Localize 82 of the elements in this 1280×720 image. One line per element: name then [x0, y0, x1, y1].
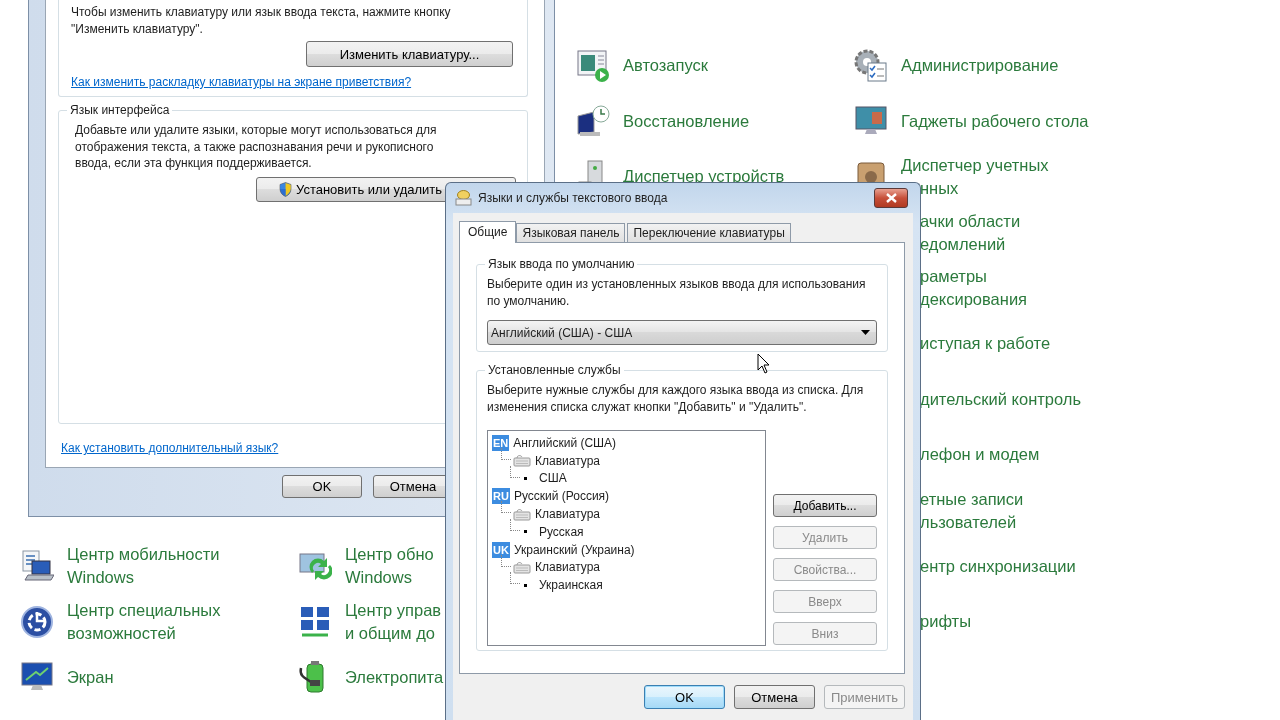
tree-item[interactable]: Русский (Россия) [513, 489, 610, 504]
control-panel-link[interactable]: Windows [67, 566, 134, 590]
bullet-icon [524, 477, 527, 480]
control-panel-link[interactable]: Windows [345, 566, 412, 590]
tree-line [501, 447, 511, 460]
keyboard-icon [513, 454, 531, 468]
tree-item[interactable]: США [539, 471, 567, 486]
control-panel-link[interactable]: дексирования [920, 288, 1028, 312]
tree-item[interactable]: Английский (США) [513, 435, 617, 450]
description-text: Выберите один из установленных языков ввода для использования по умолчанию. [487, 276, 867, 309]
group-title: Установленные службы [485, 363, 624, 378]
shield-icon [279, 181, 292, 197]
control-panel-link[interactable]: Центр специальных [67, 598, 221, 622]
control-panel-link[interactable]: Автозапуск [623, 54, 708, 78]
control-panel-link[interactable]: Администрирование [901, 54, 1059, 78]
tree-line [510, 572, 520, 585]
control-panel-link[interactable]: нных [920, 177, 959, 200]
description-text: Выберите нужные службы для каждого языка ввода из списка. Для изменения списка служат кнопки "Добавить" и "Удалить". [487, 382, 865, 415]
tree-line [510, 465, 520, 478]
tree-item[interactable]: Украинский (Украина) [513, 542, 635, 557]
safe-icon [854, 160, 888, 182]
window-play-icon [576, 48, 610, 83]
cursor-icon [757, 353, 770, 374]
language-dropdown[interactable]: Английский (США) - США [487, 320, 877, 345]
control-panel-link[interactable]: Гаджеты рабочего стола [901, 109, 1089, 133]
close-icon [885, 193, 897, 203]
computer-clock-icon [576, 104, 610, 139]
keyboard-globe-icon [455, 190, 472, 206]
control-panel-link[interactable]: етные записи [920, 487, 1024, 511]
control-panel-link[interactable]: раметры [920, 265, 987, 289]
tree-item[interactable]: Украинская [539, 578, 603, 593]
tree-item[interactable]: Клавиатура [535, 507, 600, 522]
group-title: Язык интерфейса [67, 103, 173, 118]
language-badge: EN [492, 434, 510, 451]
control-panel-link[interactable]: Центр мобильности [67, 543, 220, 567]
tree-item[interactable]: Клавиатура [535, 453, 600, 468]
tab[interactable]: Общие [459, 221, 517, 243]
control-panel-link[interactable]: дительский контроль [920, 387, 1082, 411]
tab[interactable]: Переключение клавиатуры [627, 223, 791, 242]
control-panel-link[interactable]: иступая к работе [920, 332, 1051, 356]
control-panel-link[interactable]: Восстановление [623, 109, 750, 133]
control-panel-link[interactable]: едомлений [920, 232, 1006, 256]
gear-checklist-icon [854, 48, 888, 83]
control-panel-link[interactable]: возможностей [67, 621, 176, 645]
tree-item[interactable]: Русская [539, 524, 584, 539]
dialog-button[interactable]: Отмена [734, 685, 815, 709]
tree-item[interactable]: Клавиатура [535, 560, 600, 575]
keyboard-icon [513, 560, 531, 574]
control-panel-link[interactable]: льзователей [920, 510, 1017, 534]
control-panel-link[interactable]: рифты [920, 610, 972, 634]
language-badge: RU [492, 488, 510, 505]
laptop-icon [20, 549, 54, 584]
keyboard-icon [513, 507, 531, 521]
control-panel-link[interactable]: и общим до [345, 621, 435, 645]
dropdown-arrow-icon [861, 330, 870, 335]
tree-line [501, 501, 511, 514]
control-panel-link[interactable]: Диспетчер учетных [901, 154, 1049, 177]
tab[interactable]: Языковая панель [516, 223, 626, 242]
bullet-icon [524, 583, 527, 587]
control-panel-link[interactable]: Экран [67, 665, 114, 689]
language-badge: UK [492, 541, 510, 558]
control-panel-link[interactable]: Электропита [345, 665, 444, 689]
close-button[interactable] [874, 188, 908, 208]
instruction-text: Чтобы изменить клавиатуру или язык ввода текста, нажмите кнопку "Изменить клавиатуру". [71, 4, 452, 37]
service-button[interactable]: Добавить... [773, 494, 877, 517]
control-panel-link[interactable]: ачки области [920, 209, 1021, 233]
tree-line [510, 519, 520, 531]
control-panel-link[interactable]: лефон и модем [920, 443, 1040, 467]
tree-line [501, 554, 511, 567]
circle-arrows-icon [20, 604, 54, 639]
change-keyboard-button[interactable]: Изменить клавиатуру... [306, 41, 513, 67]
help-link[interactable]: Как изменить раскладку клавиатуры на экране приветствия? [71, 75, 513, 89]
description-text: Добавьте или удалите языки, которые могут использоваться для отображения текста, а также распознавания речи и рукописного ввода, если эта функция поддерживается. [75, 122, 438, 172]
group-title: Язык ввода по умолчанию [485, 257, 638, 272]
control-panel-link[interactable]: Центр обно [345, 543, 434, 567]
control-panel-link[interactable]: ентр синхронизации [920, 554, 1076, 578]
help-link[interactable]: Как установить дополнительный язык? [61, 441, 279, 455]
dialog-button[interactable]: OK [282, 475, 362, 498]
dialog-button[interactable]: OK [644, 685, 725, 709]
bullet-icon [524, 530, 527, 534]
network-icon [298, 604, 332, 639]
control-panel-link[interactable]: Центр управ [345, 598, 442, 622]
